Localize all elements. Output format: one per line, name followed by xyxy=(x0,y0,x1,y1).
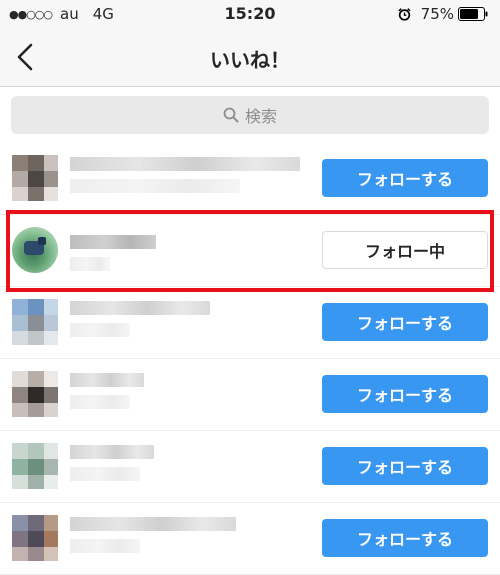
fullname-blurred xyxy=(70,539,140,553)
username-blurred xyxy=(70,235,156,249)
username-blurred xyxy=(70,157,300,171)
navigation-bar: いいね！ xyxy=(0,28,500,87)
list-item: フォローする xyxy=(0,287,500,359)
username-blurred xyxy=(70,445,154,459)
search-area: 検索 xyxy=(0,87,500,143)
page-title: いいね！ xyxy=(210,48,290,72)
follow-button[interactable]: フォローする xyxy=(322,303,488,341)
avatar[interactable] xyxy=(12,443,58,489)
avatar[interactable] xyxy=(12,371,58,417)
following-button[interactable]: フォロー中 xyxy=(322,231,488,269)
battery-icon xyxy=(458,7,488,21)
list-item: フォロー中 xyxy=(0,215,500,287)
avatar[interactable] xyxy=(12,515,58,561)
follow-button[interactable]: フォローする xyxy=(322,519,488,557)
avatar[interactable] xyxy=(12,299,58,345)
list-item: フォローする xyxy=(0,431,500,503)
follow-button[interactable]: フォローする xyxy=(322,447,488,485)
list-item: フォローする xyxy=(0,503,500,575)
search-icon xyxy=(223,107,239,123)
list-item: フォローする xyxy=(0,359,500,431)
username-blurred xyxy=(70,373,144,387)
avatar[interactable] xyxy=(12,155,58,201)
fullname-blurred xyxy=(70,179,240,193)
status-bar: ●●○○○ au 4G 15:20 75% xyxy=(0,0,500,28)
username-blurred xyxy=(70,301,210,315)
follow-button[interactable]: フォローする xyxy=(322,159,488,197)
search-placeholder: 検索 xyxy=(244,107,277,126)
follow-button[interactable]: フォローする xyxy=(322,375,488,413)
battery-percent: 75% xyxy=(420,5,454,23)
fullname-blurred xyxy=(70,323,130,337)
search-input[interactable]: 検索 xyxy=(11,96,489,134)
likes-list: フォローする フォロー中 フォローする フォローする フォローする フォローする xyxy=(0,143,500,575)
avatar[interactable] xyxy=(12,227,58,273)
fullname-blurred xyxy=(70,395,130,409)
fullname-blurred xyxy=(70,467,140,481)
status-right: 75% xyxy=(398,5,488,23)
fullname-blurred xyxy=(70,257,110,271)
list-item: フォローする xyxy=(0,143,500,215)
alarm-clock-icon xyxy=(398,7,411,21)
username-blurred xyxy=(70,517,236,531)
